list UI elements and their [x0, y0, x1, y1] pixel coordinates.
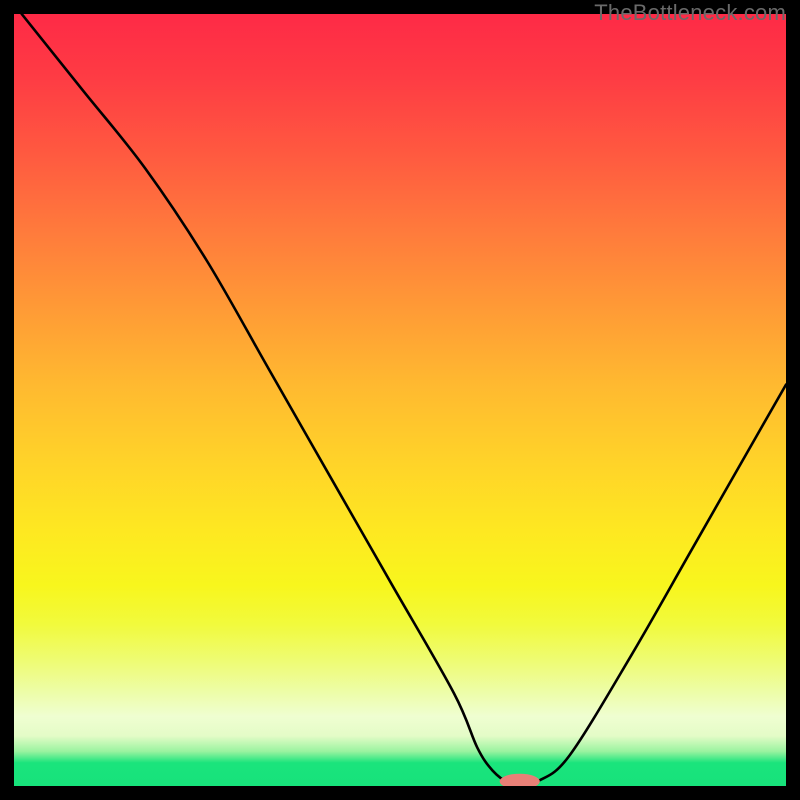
chart-frame: TheBottleneck.com — [0, 0, 800, 800]
bottleneck-curve — [22, 14, 786, 783]
chart-svg — [14, 14, 786, 786]
optimal-marker — [500, 774, 540, 786]
